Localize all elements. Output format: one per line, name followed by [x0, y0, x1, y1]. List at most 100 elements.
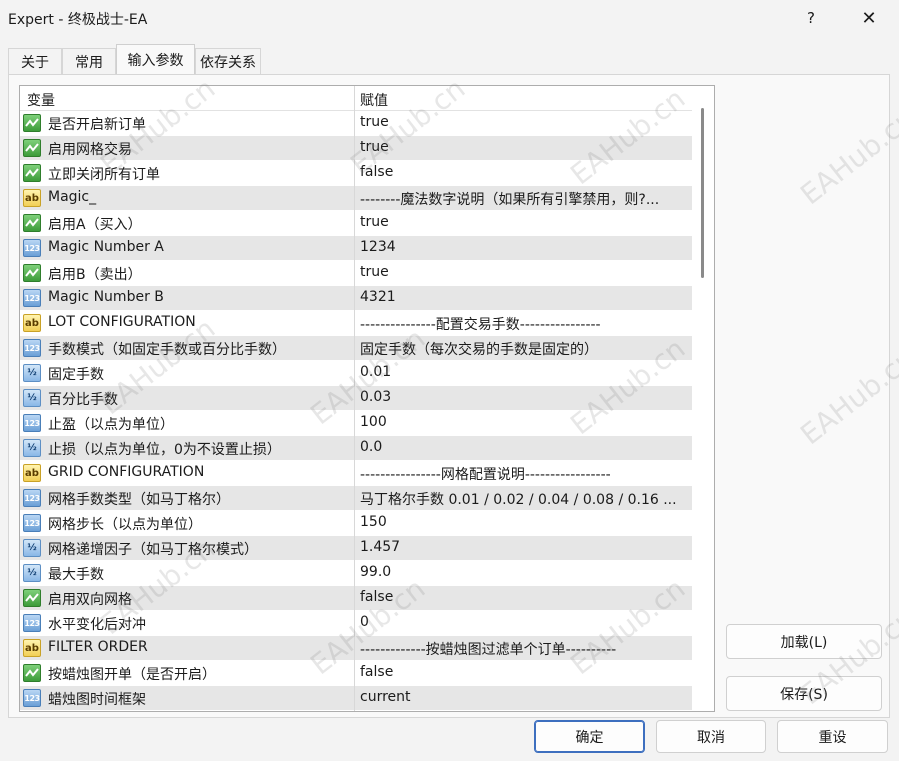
parameter-name[interactable]: 启用网格交易 [48, 139, 132, 159]
parameter-row[interactable]: ½ 网格递增因子（如马丁格尔模式） 1.457 [20, 536, 692, 561]
parameter-row[interactable]: 123 Magic Number B 4321 [20, 286, 692, 311]
parameter-name[interactable]: Magic Number B [48, 289, 164, 305]
parameter-name[interactable]: 网格步长（以点为单位） [48, 514, 202, 534]
parameter-row[interactable]: 123 水平变化后对冲 0 [20, 611, 692, 636]
parameter-name[interactable]: 止盈（以点为单位） [48, 414, 174, 434]
parameter-name[interactable]: GRID CONFIGURATION [48, 464, 204, 480]
ok-button[interactable]: 确定 [534, 720, 645, 753]
parameter-name[interactable]: 网格手数类型（如马丁格尔） [48, 489, 230, 509]
parameter-value[interactable]: 150 [360, 514, 688, 530]
cell-divider [354, 611, 355, 636]
parameter-name[interactable]: Magic Number A [48, 239, 164, 255]
parameter-name[interactable]: 启用双向网格 [48, 589, 132, 609]
parameter-value[interactable]: true [360, 139, 688, 155]
parameter-value[interactable]: current [360, 689, 688, 705]
parameter-value[interactable]: false [360, 664, 688, 680]
parameter-value[interactable]: 0 [360, 614, 688, 630]
parameter-row[interactable]: 立即关闭所有订单 false [20, 161, 692, 186]
parameter-name[interactable]: 最大手数 [48, 564, 104, 584]
parameter-name[interactable]: 蜡烛图时间框架 [48, 689, 146, 709]
parameter-row[interactable]: 启用双向网格 false [20, 586, 692, 611]
parameter-name[interactable]: 启用B（卖出） [48, 264, 142, 284]
parameter-row[interactable]: 123 Magic Number A 1234 [20, 236, 692, 261]
parameter-row[interactable]: ab Magic_ --------魔法数字说明（如果所有引擎禁用，则?... [20, 186, 692, 211]
parameter-value[interactable]: 固定手数（每次交易的手数是固定的） [360, 339, 688, 359]
parameter-row[interactable]: ab GRID CONFIGURATION ----------------网格配置… [20, 461, 692, 486]
parameter-name[interactable]: 按蜡烛图开单（是否开启） [48, 664, 216, 684]
parameter-row[interactable]: ½ 最大手数 99.0 [20, 561, 692, 586]
parameter-name[interactable]: 百分比手数 [48, 389, 118, 409]
parameter-row[interactable]: ab FILTER ORDER -------------按蜡烛图过滤单个订单---… [20, 636, 692, 661]
reset-button[interactable]: 重设 [777, 720, 888, 753]
bool-type-icon [23, 139, 41, 157]
cell-divider [354, 661, 355, 686]
scrollbar-thumb[interactable] [701, 108, 704, 278]
tab-common[interactable]: 常用 [62, 48, 116, 74]
bool-type-icon [23, 589, 41, 607]
parameter-row[interactable]: 123 止盈（以点为单位） 100 [20, 411, 692, 436]
title-bar: Expert - 终极战士-EA ? ✕ [0, 0, 899, 38]
save-button[interactable]: 保存(S) [726, 676, 882, 711]
parameter-value[interactable]: -------------按蜡烛图过滤单个订单---------- [360, 639, 688, 659]
vertical-scrollbar[interactable] [692, 86, 714, 711]
parameter-value[interactable]: 0.03 [360, 389, 688, 405]
parameter-row[interactable]: ab LOT CONFIGURATION ---------------配置交易手数… [20, 311, 692, 336]
parameter-name[interactable]: 止损（以点为单位，0为不设置止损） [48, 439, 281, 459]
column-divider[interactable] [354, 86, 355, 111]
cell-divider [354, 161, 355, 186]
parameter-row[interactable]: 123 手数模式（如固定手数或百分比手数） 固定手数（每次交易的手数是固定的） [20, 336, 692, 361]
load-button[interactable]: 加载(L) [726, 624, 882, 659]
parameter-row[interactable]: 123 网格手数类型（如马丁格尔） 马丁格尔手数 0.01 / 0.02 / 0.0… [20, 486, 692, 511]
column-header-value[interactable]: 赋值 [360, 90, 388, 110]
column-header-variable[interactable]: 变量 [27, 90, 55, 110]
parameter-row[interactable]: 按蜡烛图开单（是否开启） false [20, 661, 692, 686]
parameter-value[interactable]: 4321 [360, 289, 688, 305]
parameter-name[interactable]: 是否开启新订单 [48, 114, 146, 134]
parameter-name[interactable]: 立即关闭所有订单 [48, 164, 160, 184]
parameter-name[interactable]: 固定手数 [48, 364, 104, 384]
close-icon: ✕ [861, 7, 877, 29]
parameter-value[interactable]: 0.0 [360, 439, 688, 455]
parameter-row[interactable]: 是否开启新订单 true [20, 111, 692, 136]
double-type-icon: ½ [23, 439, 41, 457]
parameter-value[interactable]: ---------------配置交易手数---------------- [360, 314, 688, 334]
parameter-value[interactable]: 1234 [360, 239, 688, 255]
parameter-value[interactable]: 100 [360, 414, 688, 430]
parameter-row[interactable]: ½ 百分比手数 0.03 [20, 386, 692, 411]
cell-divider [354, 436, 355, 461]
tab-dependencies[interactable]: 依存关系 [195, 48, 261, 74]
parameter-value[interactable]: 1.457 [360, 539, 688, 555]
tab-about[interactable]: 关于 [8, 48, 62, 74]
parameter-value[interactable]: --------魔法数字说明（如果所有引擎禁用，则?... [360, 189, 688, 209]
parameter-value[interactable]: 马丁格尔手数 0.01 / 0.02 / 0.04 / 0.08 / 0.16 … [360, 489, 688, 509]
parameter-row[interactable]: 启用网格交易 true [20, 136, 692, 161]
parameter-value[interactable]: false [360, 589, 688, 605]
parameter-row[interactable]: ½ 固定手数 0.01 [20, 361, 692, 386]
tab-inputs[interactable]: 输入参数 [116, 44, 195, 74]
parameter-value[interactable]: ----------------网格配置说明----------------- [360, 464, 688, 484]
parameter-name[interactable]: 水平变化后对冲 [48, 614, 146, 634]
integer-type-icon: 123 [23, 689, 41, 707]
parameter-row[interactable]: 123 蜡烛图时间框架 current [20, 686, 692, 711]
parameter-value[interactable]: true [360, 214, 688, 230]
parameter-name[interactable]: LOT CONFIGURATION [48, 314, 196, 330]
parameter-row[interactable]: 启用A（买入） true [20, 211, 692, 236]
parameter-name[interactable]: 手数模式（如固定手数或百分比手数） [48, 339, 286, 359]
parameter-row[interactable]: ½ 止损（以点为单位，0为不设置止损） 0.0 [20, 436, 692, 461]
cancel-button[interactable]: 取消 [656, 720, 766, 753]
close-button[interactable]: ✕ [846, 0, 892, 36]
bool-type-icon [23, 114, 41, 132]
help-button[interactable]: ? [788, 0, 834, 36]
parameter-value[interactable]: 99.0 [360, 564, 688, 580]
parameter-value[interactable]: 0.01 [360, 364, 688, 380]
parameter-row[interactable]: 123 网格步长（以点为单位） 150 [20, 511, 692, 536]
parameter-value[interactable]: true [360, 114, 688, 130]
parameter-name[interactable]: 网格递增因子（如马丁格尔模式） [48, 539, 258, 559]
parameter-name[interactable]: FILTER ORDER [48, 639, 148, 655]
parameter-name[interactable]: 启用A（买入） [48, 214, 142, 234]
parameter-value[interactable]: true [360, 264, 688, 280]
parameter-name[interactable]: Magic_ [48, 189, 96, 205]
cell-divider [354, 211, 355, 236]
parameter-value[interactable]: false [360, 164, 688, 180]
parameter-row[interactable]: 启用B（卖出） true [20, 261, 692, 286]
